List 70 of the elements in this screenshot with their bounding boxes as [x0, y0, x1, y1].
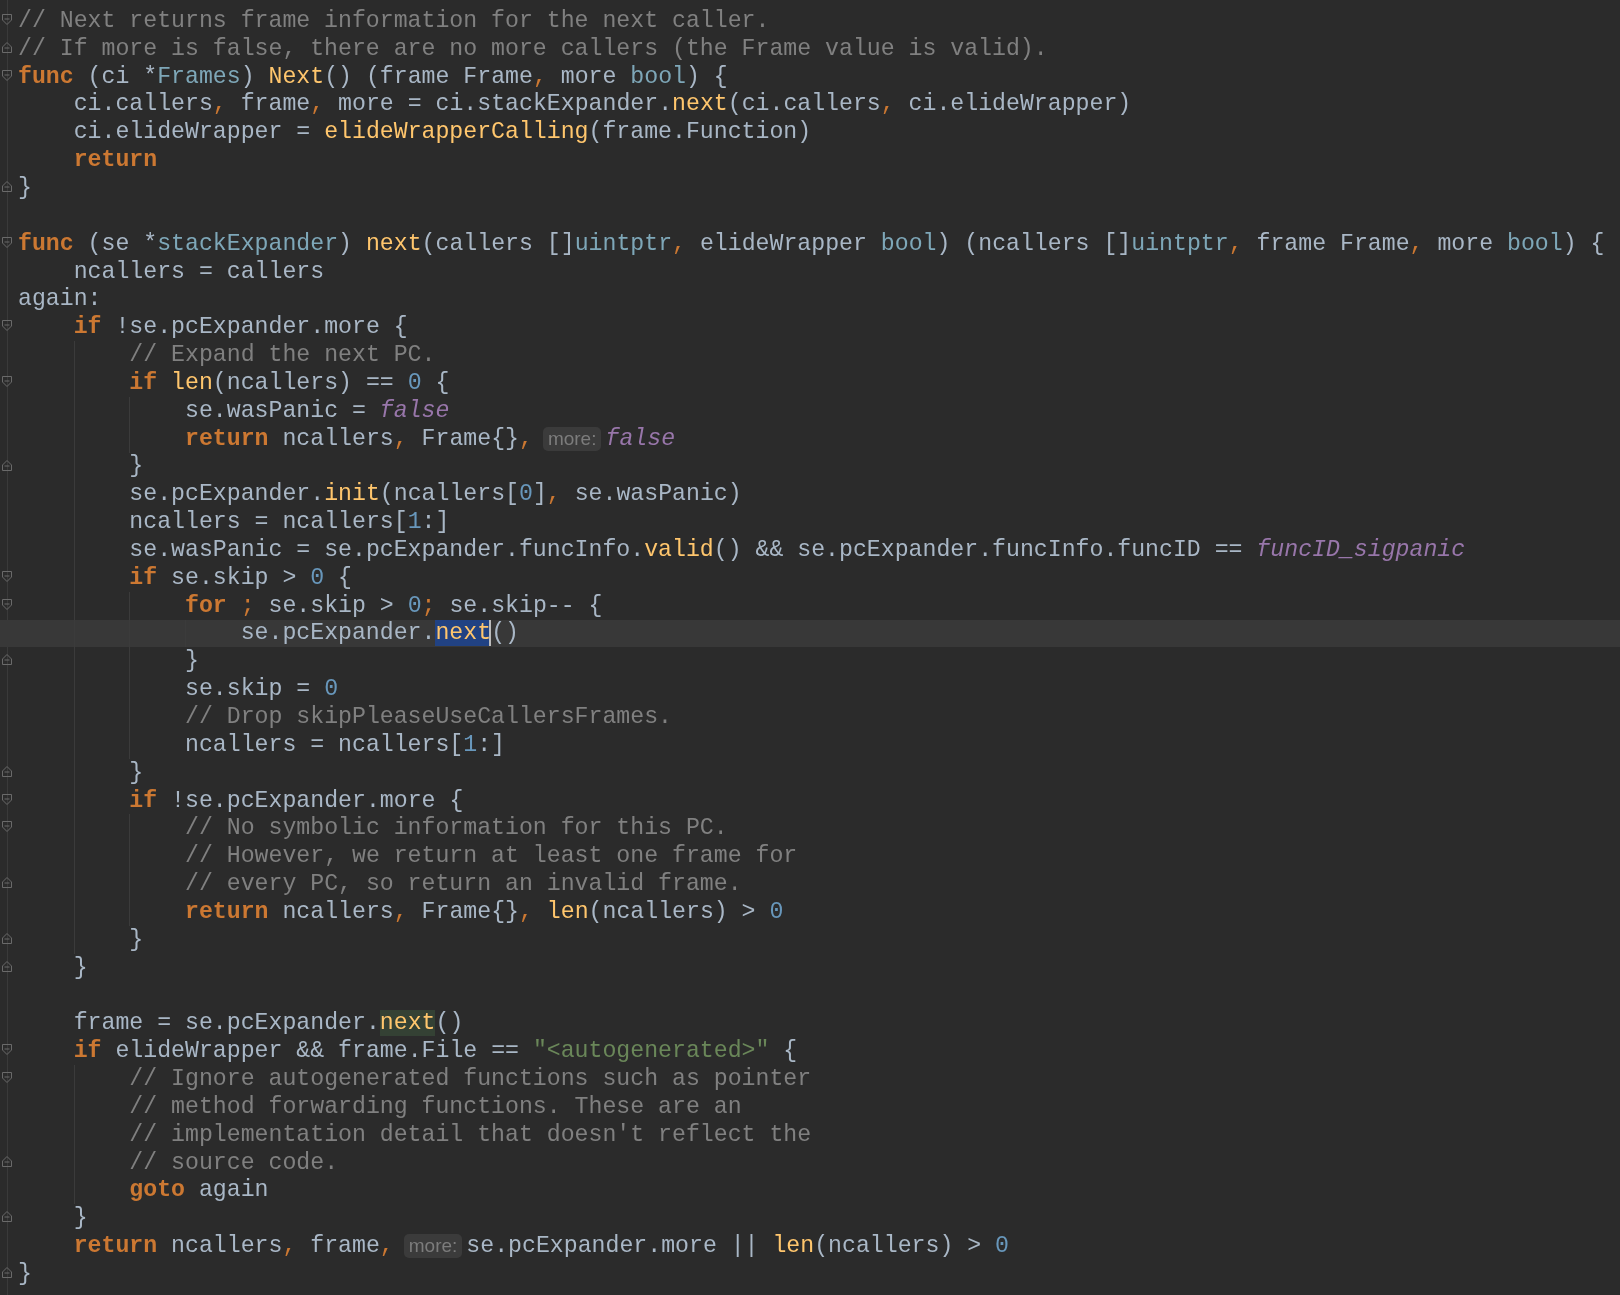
code-text: return — [73, 147, 158, 174]
code-text: } — [18, 1260, 32, 1287]
fold-icon[interactable] — [2, 821, 13, 834]
code-text: // source code. — [129, 1149, 339, 1176]
code-text: if len(ncallers) == 0 { — [129, 369, 450, 396]
code-text: for ; se.skip > 0; se.skip-- { — [185, 592, 603, 619]
fold-icon[interactable] — [2, 1044, 13, 1057]
code-text: return ncallers, Frame{}, len(ncallers) > 0 — [185, 898, 784, 925]
parameter-hint: more: — [403, 1234, 463, 1259]
code-text: ci.elideWrapper = elideWrapperCalling(frame.Function) — [73, 119, 812, 146]
code-text: // method forwarding functions. These are an — [129, 1093, 742, 1120]
fold-icon[interactable] — [2, 375, 13, 388]
fold-icon[interactable] — [2, 877, 13, 890]
fold-icon[interactable] — [2, 41, 13, 54]
code-text: ncallers = callers — [73, 258, 325, 285]
code-text: if se.skip > 0 { — [129, 564, 352, 591]
code-text: // If more is false, there are no more callers (the Frame value is valid). — [18, 35, 1048, 62]
fold-icon[interactable] — [2, 1155, 13, 1168]
code-text: if !se.pcExpander.more { — [129, 787, 464, 814]
fold-icon[interactable] — [2, 459, 13, 472]
code-text: // However, we return at least one frame for — [185, 843, 798, 870]
code-text: } — [129, 453, 144, 480]
code-text: if !se.pcExpander.more { — [73, 314, 408, 341]
fold-icon[interactable] — [2, 598, 13, 611]
code-text: } — [18, 175, 32, 201]
fold-icon[interactable] — [2, 570, 13, 583]
code-text: ncallers = ncallers[1:] — [129, 509, 450, 536]
code-text: again: — [18, 286, 102, 313]
fold-icon[interactable] — [2, 793, 13, 806]
fold-icon[interactable] — [2, 69, 13, 82]
code-text: func (ci *Frames) Next() (frame Frame, more bool) { — [18, 63, 728, 90]
code-text: // Expand the next PC. — [129, 342, 436, 369]
code-text: // Next returns frame information for the next caller. — [18, 7, 770, 34]
fold-icon[interactable] — [2, 14, 13, 26]
fold-icon[interactable] — [2, 320, 13, 333]
code-text: se.pcExpander.init(ncallers[0], se.wasPanic) — [129, 481, 742, 508]
code-text: ci.callers, frame, more = ci.stackExpander.next(ci.callers, ci.elideWrapper) — [73, 91, 1132, 118]
code-text: // implementation detail that doesn't reflect the — [129, 1121, 812, 1148]
code-text: func (se *stackExpander) next(callers []uintptr, elideWrapper bool) (ncallers []uintptr, frame Frame, more bool) { — [18, 230, 1605, 257]
fold-icon[interactable] — [2, 236, 13, 249]
fold-icon[interactable] — [2, 1211, 13, 1224]
code-text: se.skip = 0 — [185, 676, 339, 703]
code-text: return ncallers, frame, — [73, 1233, 394, 1260]
code-text: ncallers = ncallers[1:] — [185, 731, 506, 758]
code-text: se.wasPanic = false — [185, 397, 450, 424]
code-text: frame = se.pcExpander.next() — [73, 1010, 464, 1037]
fold-icon[interactable] — [2, 654, 13, 667]
fold-icon[interactable] — [2, 765, 13, 778]
code-text: se.pcExpander.next() — [240, 620, 519, 647]
fold-icon[interactable] — [2, 932, 13, 945]
code-text: false — [605, 425, 676, 452]
code-text: } — [73, 1205, 88, 1232]
fold-icon[interactable] — [2, 1266, 13, 1279]
parameter-hint: more: — [542, 426, 602, 451]
code-text: // every PC, so return an invalid frame. — [185, 871, 742, 898]
fold-icon[interactable] — [2, 181, 13, 194]
code-text: } — [129, 926, 144, 953]
code-text: se.wasPanic = se.pcExpander.funcInfo.valid() && se.pcExpander.funcInfo.funcID == funcID_sigpanic — [129, 536, 1466, 563]
code-text: goto again — [129, 1177, 269, 1204]
code-text: } — [129, 759, 144, 786]
code-text: } — [73, 954, 88, 981]
code-text: // Ignore autogenerated functions such as pointer — [129, 1066, 812, 1092]
fold-icon[interactable] — [2, 1072, 13, 1085]
code-text: // Drop skipPleaseUseCallersFrames. — [185, 704, 672, 730]
code-text: } — [185, 648, 199, 675]
code-text: if elideWrapper && frame.File == "<autogenerated>" { — [73, 1038, 798, 1065]
code-text: se.pcExpander.more || len(ncallers) > 0 — [466, 1233, 1010, 1260]
code-text: return ncallers, Frame{}, — [185, 425, 533, 452]
code-text: // No symbolic information for this PC. — [185, 815, 728, 842]
fold-icon[interactable] — [2, 960, 13, 973]
